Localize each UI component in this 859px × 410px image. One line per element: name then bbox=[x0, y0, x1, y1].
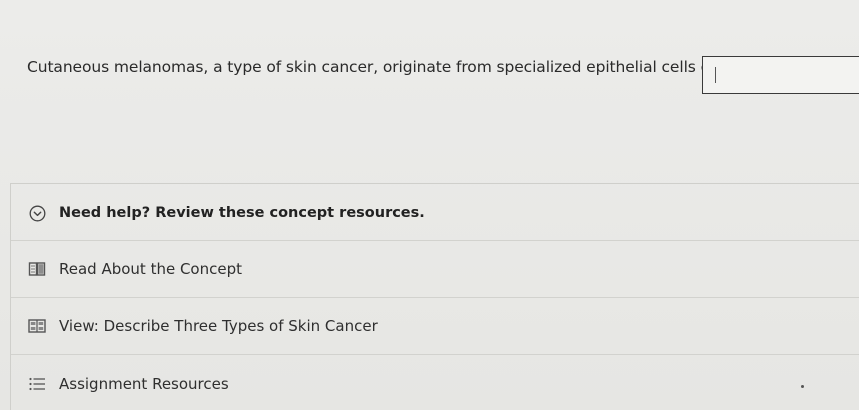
video-icon bbox=[28, 317, 46, 335]
concept-resources-panel: Need help? Review these concept resource… bbox=[10, 183, 859, 410]
resource-label: View: Describe Three Types of Skin Cance… bbox=[59, 317, 378, 335]
chevron-down-circle-icon bbox=[28, 204, 46, 222]
book-icon bbox=[28, 260, 46, 278]
question-text: Cutaneous melanomas, a type of skin canc… bbox=[27, 58, 746, 76]
resource-view-video[interactable]: View: Describe Three Types of Skin Cance… bbox=[11, 298, 859, 355]
resources-toggle[interactable]: Need help? Review these concept resource… bbox=[11, 184, 859, 241]
answer-input[interactable] bbox=[702, 56, 859, 94]
resource-read-concept[interactable]: Read About the Concept bbox=[11, 241, 859, 298]
resource-assignment[interactable]: Assignment Resources bbox=[11, 355, 859, 410]
page: Cutaneous melanomas, a type of skin canc… bbox=[0, 0, 859, 410]
resource-label: Assignment Resources bbox=[59, 374, 229, 393]
resources-header-label: Need help? Review these concept resource… bbox=[59, 205, 425, 221]
decorative-dot bbox=[801, 385, 804, 388]
resource-label: Read About the Concept bbox=[59, 260, 242, 278]
text-cursor bbox=[715, 67, 716, 83]
list-icon bbox=[28, 375, 46, 393]
